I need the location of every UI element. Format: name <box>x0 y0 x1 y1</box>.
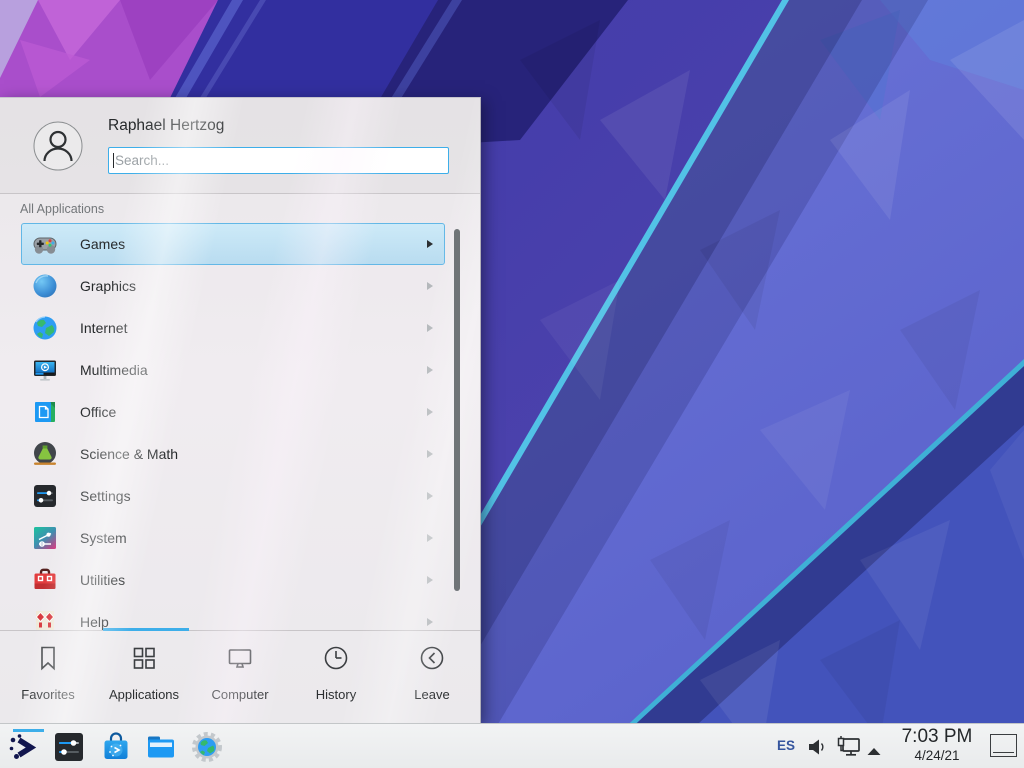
chevron-right-icon <box>427 576 433 584</box>
internet-icon <box>31 314 59 342</box>
kde-launcher-icon <box>6 730 40 764</box>
category-label: Graphics <box>80 278 136 294</box>
category-multimedia[interactable]: Multimedia <box>21 349 445 391</box>
leave-icon <box>417 643 447 678</box>
category-label: System <box>80 530 127 546</box>
web-browser-button[interactable] <box>190 730 224 764</box>
section-label: All Applications <box>20 202 104 216</box>
tab-label: Favorites <box>21 687 74 702</box>
multimedia-icon <box>31 356 59 384</box>
launcher-active-indicator <box>13 729 44 732</box>
clock-time: 7:03 PM <box>891 726 983 748</box>
utilities-icon <box>31 566 59 594</box>
taskbar-panel: ES 7:03 PM 4/24/21 <box>0 723 1024 768</box>
network-icon[interactable] <box>836 734 862 765</box>
games-icon <box>31 230 59 258</box>
keyboard-layout-indicator[interactable]: ES <box>777 724 795 768</box>
tab-label: Applications <box>109 687 179 702</box>
category-label: Science & Math <box>80 446 178 462</box>
chevron-right-icon <box>427 240 433 248</box>
tab-computer[interactable]: Computer <box>192 631 288 723</box>
chevron-right-icon <box>427 282 433 290</box>
application-launcher-panel: Raphael Hertzog Search... All Applicatio… <box>0 97 481 723</box>
user-avatar[interactable] <box>33 121 83 171</box>
list-scrollbar[interactable] <box>454 229 460 591</box>
dolphin-folder-icon <box>144 730 178 764</box>
category-label: Settings <box>80 488 131 504</box>
tab-leave[interactable]: Leave <box>384 631 480 723</box>
category-internet[interactable]: Internet <box>21 307 445 349</box>
active-tab-indicator <box>103 628 189 631</box>
system-icon <box>31 524 59 552</box>
user-name: Raphael Hertzog <box>108 117 224 135</box>
system-settings-icon <box>52 730 86 764</box>
launcher-header: Raphael Hertzog Search... <box>0 98 480 194</box>
tab-label: Leave <box>414 687 449 702</box>
konqueror-globe-gear-icon <box>190 730 224 764</box>
category-help[interactable]: Help <box>21 601 445 631</box>
category-games[interactable]: Games <box>21 223 445 265</box>
tab-favorites[interactable]: Favorites <box>0 631 96 723</box>
office-icon <box>31 398 59 426</box>
text-cursor <box>113 153 114 168</box>
expand-tray-icon[interactable] <box>866 743 882 761</box>
discover-icon <box>99 730 133 764</box>
chevron-right-icon <box>427 450 433 458</box>
tab-label: History <box>316 687 356 702</box>
category-settings[interactable]: Settings <box>21 475 445 517</box>
category-office[interactable]: Office <box>21 391 445 433</box>
category-label: Multimedia <box>80 362 148 378</box>
applications-icon <box>129 643 159 678</box>
tab-history[interactable]: History <box>288 631 384 723</box>
chevron-right-icon <box>427 534 433 542</box>
search-input[interactable]: Search... <box>108 147 449 174</box>
launcher-category-list: All Applications Games <box>0 195 480 631</box>
search-placeholder: Search... <box>115 153 169 168</box>
computer-icon <box>225 643 255 678</box>
science-icon <box>31 440 59 468</box>
tab-applications[interactable]: Applications <box>96 631 192 723</box>
file-manager-button[interactable] <box>144 730 178 764</box>
history-icon <box>321 643 351 678</box>
category-label: Utilities <box>80 572 125 588</box>
volume-icon[interactable] <box>806 736 828 763</box>
chevron-right-icon <box>427 492 433 500</box>
favorites-icon <box>33 643 63 678</box>
clock-date: 4/24/21 <box>891 748 983 764</box>
chevron-right-icon <box>427 366 433 374</box>
category-science-math[interactable]: Science & Math <box>21 433 445 475</box>
chevron-right-icon <box>427 408 433 416</box>
category-label: Games <box>80 236 125 252</box>
show-desktop-button[interactable] <box>990 734 1017 757</box>
help-icon <box>31 608 59 631</box>
category-system[interactable]: System <box>21 517 445 559</box>
category-utilities[interactable]: Utilities <box>21 559 445 601</box>
chevron-right-icon <box>427 324 433 332</box>
application-launcher-button[interactable] <box>6 730 40 764</box>
category-graphics[interactable]: Graphics <box>21 265 445 307</box>
system-settings-button[interactable] <box>52 730 86 764</box>
discover-button[interactable] <box>99 730 133 764</box>
chevron-right-icon <box>427 618 433 626</box>
category-label: Internet <box>80 320 127 336</box>
category-label: Office <box>80 404 116 420</box>
tab-label: Computer <box>211 687 268 702</box>
launcher-tab-bar: Favorites Applications Computer <box>0 630 480 723</box>
graphics-icon <box>31 272 59 300</box>
settings-icon <box>31 482 59 510</box>
digital-clock[interactable]: 7:03 PM 4/24/21 <box>891 726 983 764</box>
